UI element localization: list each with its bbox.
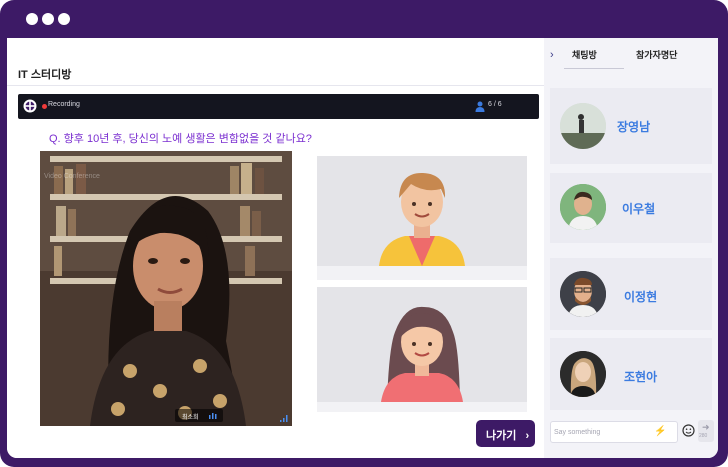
- video-watermark: Video Conference: [44, 173, 100, 180]
- participants-icon: [475, 101, 485, 112]
- room-title: IT 스터디방: [18, 69, 72, 81]
- participant-name: 장영남: [617, 120, 651, 134]
- window-close-dot[interactable]: [26, 13, 38, 25]
- char-limit: 280: [699, 433, 708, 439]
- avatar: [560, 351, 606, 397]
- speaker-name: 최소희: [182, 415, 199, 421]
- video-toolbar: Recording 6 / 6: [18, 94, 539, 119]
- participant-name: 이우철: [622, 202, 656, 216]
- speaker-video-image: [40, 151, 292, 426]
- window-maximize-dot[interactable]: [58, 13, 70, 25]
- participant-name: 이정현: [624, 290, 658, 304]
- participant-name: 조현아: [624, 370, 658, 384]
- conference-pane: IT 스터디방 Recording 6 / 6 Q. 향후 10년 후, 당신의…: [7, 38, 544, 458]
- recording-status: Recording: [48, 101, 80, 108]
- emoji-icon[interactable]: [682, 424, 695, 437]
- tab-participants[interactable]: 참가자명단: [636, 48, 677, 61]
- sidebar: › 채팅방 참가자명단 장영남 이우철 이정현 조현아 Say somethin…: [544, 38, 718, 458]
- signal-strength-icon: [280, 415, 288, 422]
- avatar: [560, 103, 606, 149]
- avatar: [560, 184, 606, 230]
- app-window: IT 스터디방 Recording 6 / 6 Q. 향후 10년 후, 당신의…: [0, 0, 728, 467]
- speaker-name-badge: 최소희: [175, 409, 223, 422]
- participant-tile-male[interactable]: [317, 156, 527, 266]
- participant-card[interactable]: 장영남: [550, 88, 712, 164]
- male-avatar-icon: [379, 172, 465, 266]
- participant-count: 6 / 6: [488, 101, 502, 108]
- send-arrow-icon: ➜: [702, 422, 710, 432]
- title-bar: [0, 0, 728, 38]
- female-avatar-icon: [381, 306, 463, 402]
- app-logo-icon: [23, 99, 37, 113]
- tab-underline: [564, 68, 624, 69]
- app-content: IT 스터디방 Recording 6 / 6 Q. 향후 10년 후, 당신의…: [7, 38, 718, 458]
- participant-card[interactable]: 조현아: [550, 338, 712, 410]
- tile-footer: [317, 402, 527, 412]
- sidebar-tabs: › 채팅방 참가자명단: [544, 46, 718, 66]
- header-divider: [7, 85, 544, 86]
- send-button[interactable]: ➜ 280: [698, 420, 714, 442]
- window-minimize-dot[interactable]: [42, 13, 54, 25]
- exit-button-label: 나가기: [486, 430, 517, 442]
- exit-button[interactable]: 나가기 ›: [476, 420, 535, 447]
- recording-indicator-icon: [42, 104, 47, 109]
- main-video-feed[interactable]: Video Conference 최소희: [40, 151, 292, 426]
- avatar: [560, 271, 606, 317]
- tile-footer: [317, 266, 527, 280]
- collapse-sidebar-icon[interactable]: ›: [550, 49, 554, 61]
- chat-input[interactable]: Say something ⚡: [550, 421, 678, 443]
- tab-chat[interactable]: 채팅방: [572, 48, 597, 61]
- lightning-icon[interactable]: ⚡: [654, 426, 666, 437]
- audio-level-icon: [209, 413, 217, 419]
- participant-card[interactable]: 이정현: [550, 258, 712, 330]
- chat-input-placeholder: Say something: [554, 429, 601, 436]
- discussion-question: Q. 향후 10년 후, 당신의 노예 생활은 변함없을 것 같나요?: [49, 133, 312, 145]
- participant-card[interactable]: 이우철: [550, 173, 712, 243]
- participant-tile-female[interactable]: [317, 287, 527, 402]
- chevron-right-icon: ›: [525, 430, 530, 442]
